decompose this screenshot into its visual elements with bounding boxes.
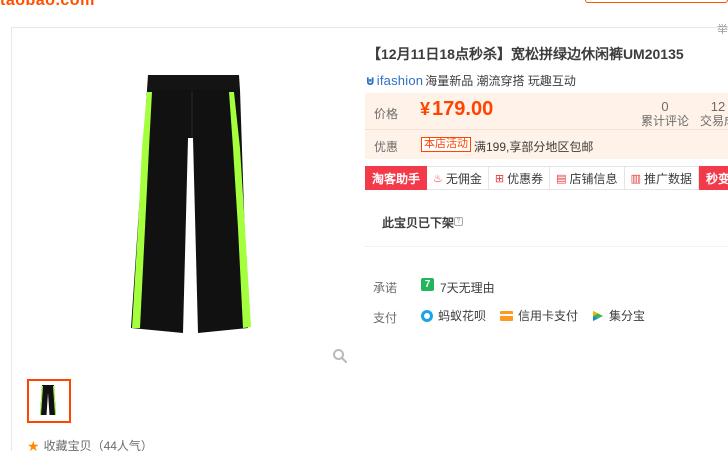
payment-method-label: 信用卡支付 <box>518 309 579 323</box>
switch-mobile-button[interactable]: 秒变手淘 <box>698 166 728 190</box>
action-label: 秒变手淘 <box>705 171 728 186</box>
taoke-assistant-button[interactable]: 淘客助手 <box>365 166 428 190</box>
coupon-icon: ⊞ <box>494 172 505 185</box>
shop-icon: ▤ <box>556 172 567 185</box>
plugin-action-bar: 淘客助手 ♨无佣金 ⊞优惠券 ▤店铺信息 ▥推广数据 秒变手淘 <box>365 166 728 190</box>
action-label: 淘客助手 <box>372 171 421 186</box>
favorite-label: 收藏宝贝（44人气） <box>43 439 153 451</box>
review-count-value: 0 <box>661 99 669 114</box>
panel-divider <box>365 129 728 130</box>
product-main-image[interactable] <box>12 28 357 373</box>
offline-notice: 此宝贝已下架 ? <box>365 200 728 247</box>
promise-label: 承诺 <box>373 281 398 295</box>
promo-label: 优惠 <box>374 140 399 154</box>
zoom-icon[interactable] <box>332 348 348 364</box>
trade-count-value: 12 <box>710 99 726 114</box>
product-title: 【12月11日18点秒杀】宽松拼绿边休闲裤UM20135 <box>367 46 684 62</box>
price-value: ¥179.00 <box>420 98 493 121</box>
jifenbao-icon <box>593 310 604 321</box>
payment-jifenbao[interactable]: 集分宝 <box>592 307 645 324</box>
chart-icon: ▥ <box>630 172 641 185</box>
star-icon: ★ <box>27 437 40 451</box>
brand-row: ⊍ ifashion 海量新品 潮流穿搭 玩趣互动 <box>365 72 576 89</box>
brand-logo[interactable]: ⊍ ifashion <box>365 73 423 89</box>
help-icon[interactable]: ? <box>454 217 463 226</box>
action-label: 优惠券 <box>507 171 544 186</box>
action-label: 推广数据 <box>643 171 692 186</box>
favorite-button[interactable]: ★ 收藏宝贝（44人气） <box>27 437 153 451</box>
huabei-icon <box>421 309 433 322</box>
taobao-logo-text: taobao.com <box>0 0 95 9</box>
price-label: 价格 <box>374 107 399 121</box>
credit-card-icon <box>500 310 514 321</box>
commission-icon: ♨ <box>433 172 443 185</box>
payment-label: 支付 <box>373 311 398 325</box>
promise-text[interactable]: 7天无理由 <box>440 279 495 296</box>
coupon-button[interactable]: ⊞ 优惠券 <box>488 166 551 190</box>
trade-count[interactable]: 12 交易成 <box>698 99 728 129</box>
price-amount: 179.00 <box>432 98 494 120</box>
thumbnail-image <box>40 385 56 415</box>
payment-method-label: 集分宝 <box>609 309 646 323</box>
header-logo[interactable]: taobao.com <box>0 0 120 10</box>
review-count[interactable]: 0 累计评论 <box>640 99 690 129</box>
payment-credit-card[interactable]: 信用卡支付 <box>500 307 578 324</box>
ifashion-mark-icon: ⊍ <box>365 72 376 88</box>
trade-count-label: 交易成 <box>699 114 728 128</box>
promo-text: 满199,享部分地区包邮 <box>474 140 594 154</box>
payment-methods: 蚂蚁花呗 信用卡支付 集分宝 <box>421 307 645 324</box>
brand-slogan: 海量新品 潮流穿搭 玩趣互动 <box>425 74 576 88</box>
gallery-thumbnail[interactable] <box>27 379 71 423</box>
promo-data-button[interactable]: ▥ 推广数据 <box>624 166 699 190</box>
payment-huabei[interactable]: 蚂蚁花呗 <box>421 307 486 324</box>
offline-text: 此宝贝已下架 <box>382 216 455 230</box>
brand-name: ifashion <box>376 73 424 88</box>
action-label: 店铺信息 <box>569 171 618 186</box>
review-count-label: 累计评论 <box>640 114 689 128</box>
no-commission-button[interactable]: ♨ 无佣金 <box>427 166 489 190</box>
shop-info-button[interactable]: ▤ 店铺信息 <box>550 166 625 190</box>
action-label: 无佣金 <box>445 171 482 186</box>
header-search-box-edge[interactable] <box>585 0 728 3</box>
payment-method-label: 蚂蚁花呗 <box>438 309 487 323</box>
promo-tag: 本店活动 <box>421 137 471 152</box>
currency-symbol: ¥ <box>420 99 431 119</box>
seven-day-return-icon: 7 <box>421 278 434 291</box>
